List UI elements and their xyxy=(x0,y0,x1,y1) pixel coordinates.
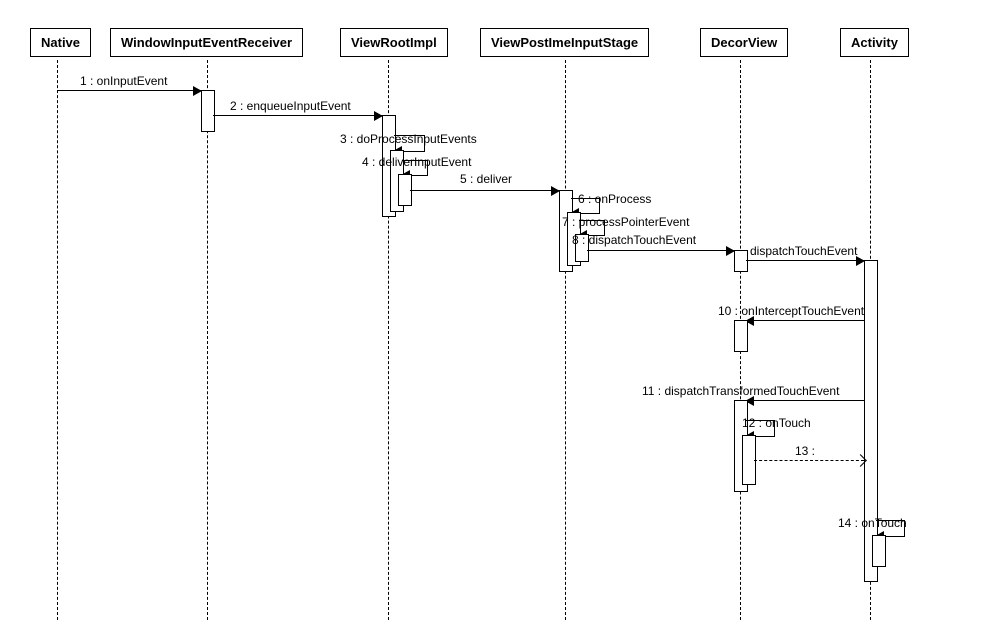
msg-13 xyxy=(754,460,864,461)
msg-12-label: 12 : onTouch xyxy=(742,416,811,430)
participant-activity: Activity xyxy=(840,28,909,57)
participant-decorview: DecorView xyxy=(700,28,788,57)
msg-13-label: 13 : xyxy=(795,444,815,458)
msg-3-label: 3 : doProcessInputEvents xyxy=(340,132,477,146)
msg-10 xyxy=(746,320,864,321)
msg-11-label: 11 : dispatchTransformedTouchEvent xyxy=(642,384,839,398)
msg-14-label: 14 : onTouch xyxy=(838,516,907,530)
msg-4-label: 4 : deliverInputEvent xyxy=(362,155,471,169)
msg-5-label: 5 : deliver xyxy=(460,172,512,186)
sequence-diagram: Native WindowInputEventReceiver ViewRoot… xyxy=(20,20,980,620)
msg-5 xyxy=(410,190,559,191)
msg-8-label: 8 : dispatchTouchEvent xyxy=(572,233,696,247)
activation-dv-1 xyxy=(734,250,748,272)
msg-6-label: 6 : onProcess xyxy=(578,192,651,206)
msg-9-label: dispatchTouchEvent xyxy=(750,244,857,258)
msg-2-label: 2 : enqueueInputEvent xyxy=(230,99,351,113)
msg-8 xyxy=(587,250,734,251)
lifeline-native xyxy=(57,60,58,620)
msg-2 xyxy=(213,115,382,116)
lifeline-viewpostime xyxy=(565,60,566,620)
msg-1 xyxy=(57,90,201,91)
msg-7-label: 7 : processPointerEvent xyxy=(562,215,689,229)
msg-9 xyxy=(746,260,864,261)
msg-11 xyxy=(746,400,864,401)
participant-native: Native xyxy=(30,28,91,57)
activation-wier xyxy=(201,90,215,132)
participant-viewpostime: ViewPostImeInputStage xyxy=(480,28,649,57)
msg-10-label: 10 : onInterceptTouchEvent xyxy=(718,304,864,318)
activation-dv-2 xyxy=(734,320,748,352)
lifeline-wier xyxy=(207,60,208,620)
activation-activity-2 xyxy=(872,535,886,567)
msg-1-label: 1 : onInputEvent xyxy=(80,74,167,88)
participant-wier: WindowInputEventReceiver xyxy=(110,28,303,57)
participant-viewrootimpl: ViewRootImpl xyxy=(340,28,448,57)
